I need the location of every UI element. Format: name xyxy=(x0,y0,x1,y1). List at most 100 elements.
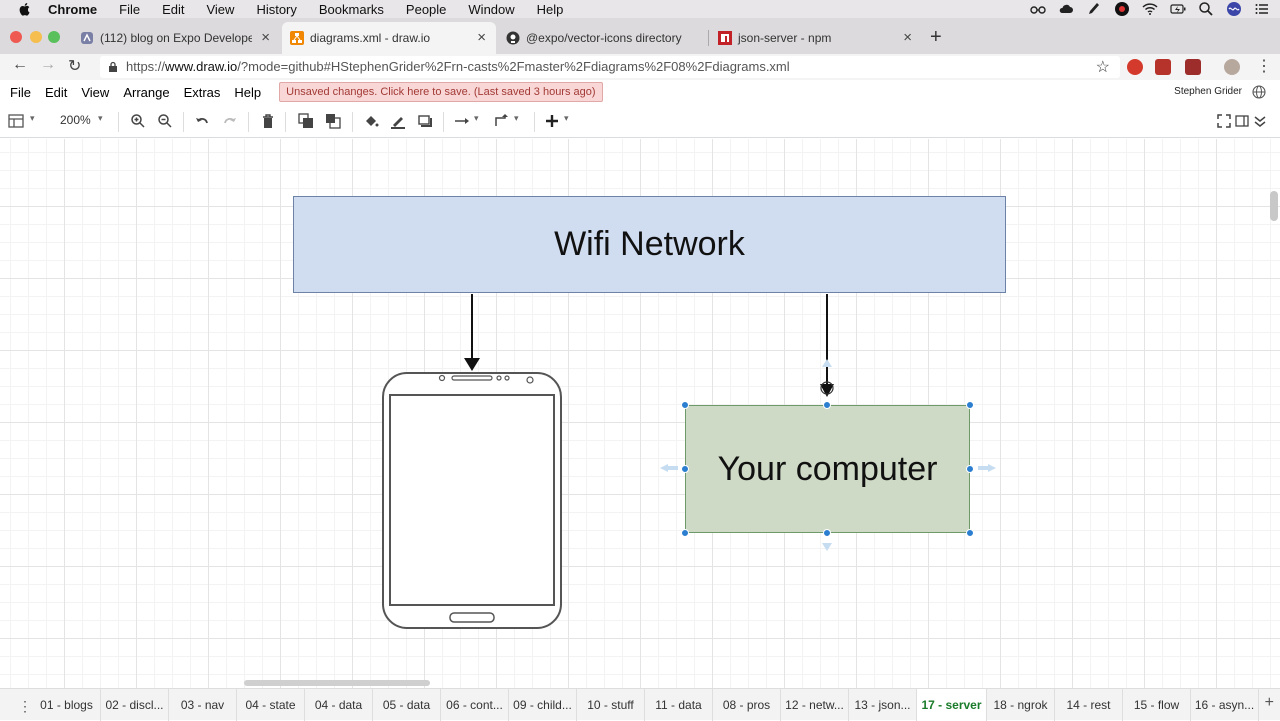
drawio-menu-help[interactable]: Help xyxy=(234,85,261,100)
menu-people[interactable]: People xyxy=(406,2,446,17)
format-toggle-icon[interactable] xyxy=(1234,113,1250,129)
close-tab-icon[interactable]: × xyxy=(903,29,912,46)
address-bar[interactable]: https://www.draw.io/?mode=github#HStephe… xyxy=(100,56,1120,78)
wifi-icon[interactable] xyxy=(1142,1,1158,17)
menu-bookmarks[interactable]: Bookmarks xyxy=(319,2,384,17)
page-tab[interactable]: 13 - json... xyxy=(849,689,917,721)
siri-icon[interactable] xyxy=(1226,1,1242,17)
pages-menu-icon[interactable]: ⋮ xyxy=(18,698,32,715)
resize-handle-e[interactable] xyxy=(966,465,974,473)
unsaved-changes-notice[interactable]: Unsaved changes. Click here to save. (La… xyxy=(279,82,603,102)
insert-plus-icon[interactable] xyxy=(544,113,560,129)
extension-adblock-icon[interactable] xyxy=(1127,59,1143,75)
drawio-menu-arrange[interactable]: Arrange xyxy=(123,85,169,100)
resize-handle-s[interactable] xyxy=(823,529,831,537)
user-name[interactable]: Stephen Grider xyxy=(1174,86,1242,97)
drawio-menu-file[interactable]: File xyxy=(10,85,31,100)
apple-icon[interactable] xyxy=(18,2,32,16)
chevron-down-icon[interactable]: ▾ xyxy=(564,113,580,129)
diagram-canvas[interactable]: Wifi Network Your computer xyxy=(0,139,1280,688)
menu-help[interactable]: Help xyxy=(537,2,564,17)
page-tab[interactable]: 10 - stuff xyxy=(577,689,645,721)
window-minimize-button[interactable] xyxy=(30,31,42,43)
waypoints-icon[interactable] xyxy=(494,113,510,129)
page-tab[interactable]: 08 - pros xyxy=(713,689,781,721)
page-tab[interactable]: 16 - asyn... xyxy=(1191,689,1259,721)
chevron-down-icon[interactable]: ▾ xyxy=(474,113,490,129)
vertical-scrollbar[interactable] xyxy=(1270,191,1278,221)
add-page-icon[interactable]: + xyxy=(1265,694,1274,712)
resize-handle-n[interactable] xyxy=(823,401,831,409)
collapse-chevron-icon[interactable] xyxy=(1252,113,1268,129)
page-tab[interactable]: 09 - child... xyxy=(509,689,577,721)
profile-avatar[interactable] xyxy=(1224,59,1240,75)
tab-vector-icons[interactable]: @expo/vector-icons directory xyxy=(498,22,714,54)
new-tab-button[interactable]: + xyxy=(930,26,942,49)
connection-arrow-icon[interactable] xyxy=(454,113,470,129)
page-tab[interactable]: 01 - blogs xyxy=(33,689,101,721)
resize-handle-w[interactable] xyxy=(681,465,689,473)
menu-window[interactable]: Window xyxy=(468,2,514,17)
line-color-icon[interactable] xyxy=(390,113,406,129)
horizontal-scrollbar[interactable] xyxy=(244,680,430,686)
cloud-icon[interactable] xyxy=(1058,1,1074,17)
page-tab[interactable]: 02 - discl... xyxy=(101,689,169,721)
page-tab[interactable]: 14 - rest xyxy=(1055,689,1123,721)
tab-drawio[interactable]: diagrams.xml - draw.io × xyxy=(282,22,496,54)
zoom-in-icon[interactable] xyxy=(130,113,146,129)
chrome-menu-icon[interactable]: ⋮ xyxy=(1256,56,1272,76)
page-tab[interactable]: 03 - nav xyxy=(169,689,237,721)
to-back-icon[interactable] xyxy=(325,113,341,129)
chevron-down-icon[interactable]: ▾ xyxy=(30,113,46,129)
close-tab-icon[interactable]: × xyxy=(477,29,486,46)
delete-icon[interactable] xyxy=(260,113,276,129)
chevron-down-icon[interactable]: ▾ xyxy=(98,113,114,129)
chevron-down-icon[interactable]: ▾ xyxy=(514,113,530,129)
zoom-level[interactable]: 200% xyxy=(60,113,91,127)
extension-ublock-icon[interactable] xyxy=(1185,59,1201,75)
globe-icon[interactable] xyxy=(1252,85,1266,99)
menu-edit[interactable]: Edit xyxy=(162,2,184,17)
notification-center-icon[interactable] xyxy=(1254,1,1270,17)
extension-lastpass-icon[interactable] xyxy=(1155,59,1171,75)
resize-handle-se[interactable] xyxy=(966,529,974,537)
to-front-icon[interactable] xyxy=(298,113,314,129)
resize-handle-nw[interactable] xyxy=(681,401,689,409)
window-close-button[interactable] xyxy=(10,31,22,43)
drawio-menu-extras[interactable]: Extras xyxy=(184,85,221,100)
resize-handle-ne[interactable] xyxy=(966,401,974,409)
close-tab-icon[interactable]: × xyxy=(261,29,270,46)
record-icon[interactable] xyxy=(1114,1,1130,17)
bookmark-star-icon[interactable]: ☆ xyxy=(1096,57,1110,79)
tab-json-server[interactable]: json-server - npm × xyxy=(710,22,922,54)
fullscreen-icon[interactable] xyxy=(1216,113,1232,129)
page-tab[interactable]: 17 - server xyxy=(917,689,987,721)
reload-button[interactable]: ↻ xyxy=(68,56,81,76)
fill-color-icon[interactable] xyxy=(363,113,379,129)
page-tab[interactable]: 15 - flow xyxy=(1123,689,1191,721)
drawio-menu-view[interactable]: View xyxy=(81,85,109,100)
tab-expo-blog[interactable]: (112) blog on Expo Developer T × xyxy=(72,22,280,54)
resize-handle-sw[interactable] xyxy=(681,529,689,537)
page-tab[interactable]: 12 - netw... xyxy=(781,689,849,721)
window-zoom-button[interactable] xyxy=(48,31,60,43)
page-tab[interactable]: 04 - state xyxy=(237,689,305,721)
format-panel-icon[interactable] xyxy=(8,113,24,129)
battery-icon[interactable] xyxy=(1170,1,1186,17)
page-tab[interactable]: 05 - data xyxy=(373,689,441,721)
search-icon[interactable] xyxy=(1198,1,1214,17)
zoom-out-icon[interactable] xyxy=(157,113,173,129)
brush-icon[interactable] xyxy=(1086,1,1102,17)
menu-history[interactable]: History xyxy=(256,2,296,17)
page-tab[interactable]: 11 - data xyxy=(645,689,713,721)
smartphone-shape[interactable] xyxy=(382,372,562,629)
redo-icon[interactable] xyxy=(222,113,238,129)
forward-button[interactable]: → xyxy=(40,56,56,74)
shadow-icon[interactable] xyxy=(417,113,433,129)
menu-view[interactable]: View xyxy=(206,2,234,17)
undo-icon[interactable] xyxy=(194,113,210,129)
menu-file[interactable]: File xyxy=(119,2,140,17)
glasses-icon[interactable] xyxy=(1030,1,1046,17)
menu-chrome[interactable]: Chrome xyxy=(48,2,97,17)
your-computer-shape[interactable]: Your computer xyxy=(685,405,970,533)
